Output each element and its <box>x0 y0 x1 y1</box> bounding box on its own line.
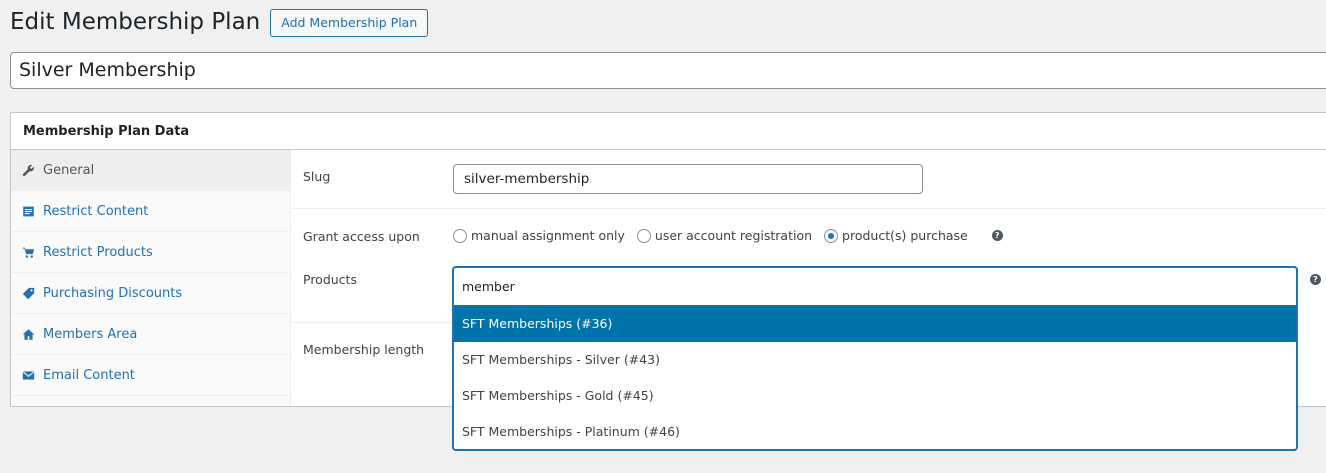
tab-general[interactable]: General <box>11 150 290 191</box>
add-membership-plan-button[interactable]: Add Membership Plan <box>270 8 429 37</box>
tab-label: Restrict Products <box>43 244 153 260</box>
tab-label: General <box>43 162 95 178</box>
grant-access-label: Grant access upon <box>303 229 420 244</box>
plan-data-tabs: General Restrict Content Restrict Produc… <box>11 150 291 406</box>
page-title: Edit Membership Plan <box>10 9 261 35</box>
tab-label: Members Area <box>43 326 138 342</box>
grant-access-options: manual assignment only user account regi… <box>453 228 1003 243</box>
divider <box>291 208 1326 209</box>
wrench-icon <box>21 163 35 177</box>
radio-label: product(s) purchase <box>842 228 968 243</box>
tab-members-area[interactable]: Members Area <box>11 314 290 355</box>
product-option[interactable]: SFT Memberships (#36) <box>454 306 1296 342</box>
radio-product-purchase[interactable]: product(s) purchase <box>824 228 968 243</box>
radio-label: user account registration <box>654 228 813 243</box>
radio-circle <box>636 228 651 243</box>
tab-restrict-content[interactable]: Restrict Content <box>11 191 290 232</box>
help-icon[interactable]: ? <box>991 230 1003 241</box>
home-icon <box>21 327 35 341</box>
slug-input[interactable]: silver-membership <box>453 164 923 194</box>
product-option[interactable]: SFT Memberships - Silver (#43) <box>454 342 1296 378</box>
product-option[interactable]: SFT Memberships - Gold (#45) <box>454 378 1296 414</box>
plan-title-input[interactable]: Silver Membership <box>10 52 1326 89</box>
tab-purchasing-discounts[interactable]: Purchasing Discounts <box>11 273 290 314</box>
products-help-icon[interactable]: ? <box>1310 274 1321 285</box>
document-icon <box>21 204 35 218</box>
slug-label: Slug <box>303 169 331 184</box>
radio-circle <box>453 228 467 243</box>
tab-label: Restrict Content <box>43 203 149 219</box>
page-header: Edit Membership Plan Add Membership Plan <box>10 8 429 37</box>
email-icon <box>21 368 35 382</box>
metabox-title: Membership Plan Data <box>11 113 1326 150</box>
tab-label: Purchasing Discounts <box>43 285 183 301</box>
divider <box>291 322 453 323</box>
cart-icon <box>21 245 35 259</box>
radio-circle-checked <box>824 228 839 243</box>
radio-label: manual assignment only <box>471 228 625 243</box>
tab-email-content[interactable]: Email Content <box>11 355 290 396</box>
tab-restrict-products[interactable]: Restrict Products <box>11 232 290 273</box>
tag-icon <box>21 286 35 300</box>
radio-manual-assignment[interactable]: manual assignment only <box>453 228 625 243</box>
products-search-input[interactable]: member <box>454 268 1296 306</box>
tab-label: Email Content <box>43 367 135 383</box>
radio-user-registration[interactable]: user account registration <box>636 228 813 243</box>
product-option[interactable]: SFT Memberships - Platinum (#46) <box>454 414 1296 449</box>
membership-length-label: Membership length <box>303 342 425 357</box>
products-select-dropdown[interactable]: member SFT Memberships (#36) SFT Members… <box>452 266 1298 451</box>
products-label: Products <box>303 272 357 287</box>
